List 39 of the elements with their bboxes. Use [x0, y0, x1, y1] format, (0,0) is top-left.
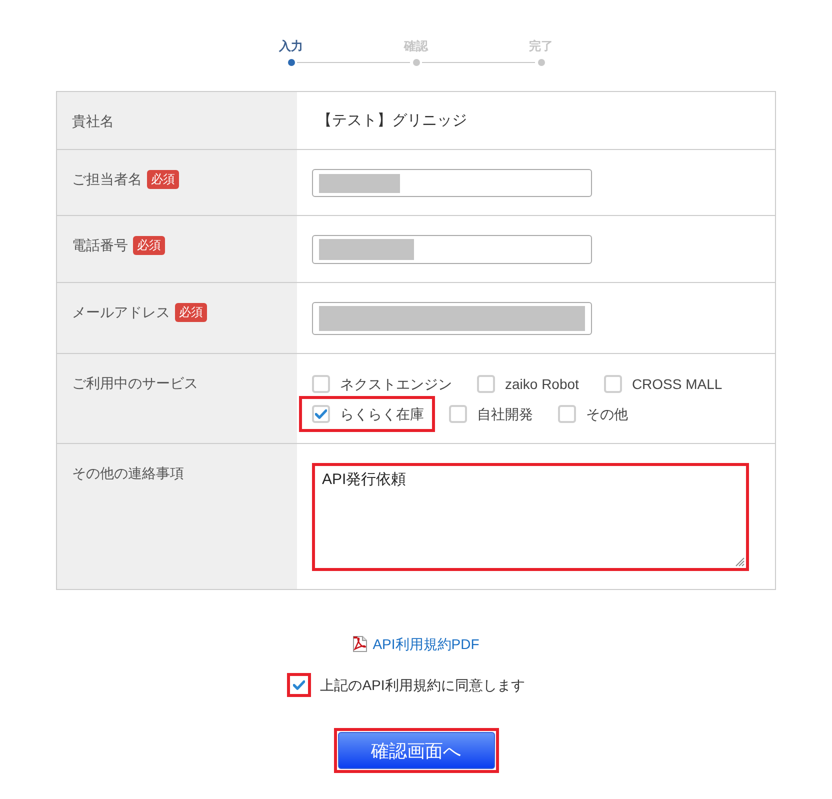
text-input-field[interactable] [312, 235, 592, 264]
confirm-button[interactable]: 確認画面へ [338, 732, 494, 769]
field-label: ご利用中のサービス [72, 374, 198, 393]
pdf-file-icon [352, 636, 367, 652]
required-tag: 必須 [147, 170, 179, 189]
message-textarea[interactable]: API発行依頼 [312, 463, 749, 571]
text-input-field[interactable] [312, 169, 592, 197]
checkbox-label[interactable]: zaiko Robot [505, 374, 579, 394]
checkmark-icon [315, 409, 327, 419]
step-marker-icon [538, 59, 544, 66]
field-label: その他の連絡事項 [72, 464, 184, 483]
field-label: 貴社名 [72, 112, 114, 131]
step-marker-icon [412, 59, 420, 66]
field-label: 電話番号 [72, 236, 128, 255]
required-tag: 必須 [175, 303, 207, 322]
agreement-label[interactable]: 上記のAPI利用規約に同意します [320, 675, 525, 695]
field-label: メールアドレス [72, 303, 170, 322]
checkmark-icon [293, 680, 306, 690]
checkbox[interactable] [312, 405, 330, 423]
required-tag: 必須 [133, 236, 165, 255]
checkbox[interactable] [477, 375, 495, 393]
step-label: 確認 [404, 38, 428, 54]
checkbox-label[interactable]: その他 [586, 404, 628, 424]
step-label: 完了 [529, 38, 553, 54]
checkbox[interactable] [604, 375, 622, 393]
checkbox-label[interactable]: らくらく在庫 [340, 404, 424, 424]
field-label: ご担当者名 [72, 170, 142, 189]
checkbox[interactable] [312, 375, 330, 393]
checkbox[interactable] [558, 405, 576, 423]
checkbox-label[interactable]: CROSS MALL [632, 374, 722, 394]
company-name-value: 【テスト】グリニッジ [316, 111, 467, 131]
checkbox[interactable] [449, 405, 467, 423]
step-label: 入力 [279, 38, 303, 54]
resize-grip-icon[interactable] [734, 556, 745, 567]
text-input-field[interactable] [312, 302, 592, 335]
pdf-link[interactable]: API利用規約PDF [352, 635, 480, 653]
step-marker-icon [288, 59, 294, 66]
checkbox-label[interactable]: 自社開発 [477, 404, 533, 424]
checkbox-label[interactable]: ネクストエンジン [340, 374, 452, 394]
